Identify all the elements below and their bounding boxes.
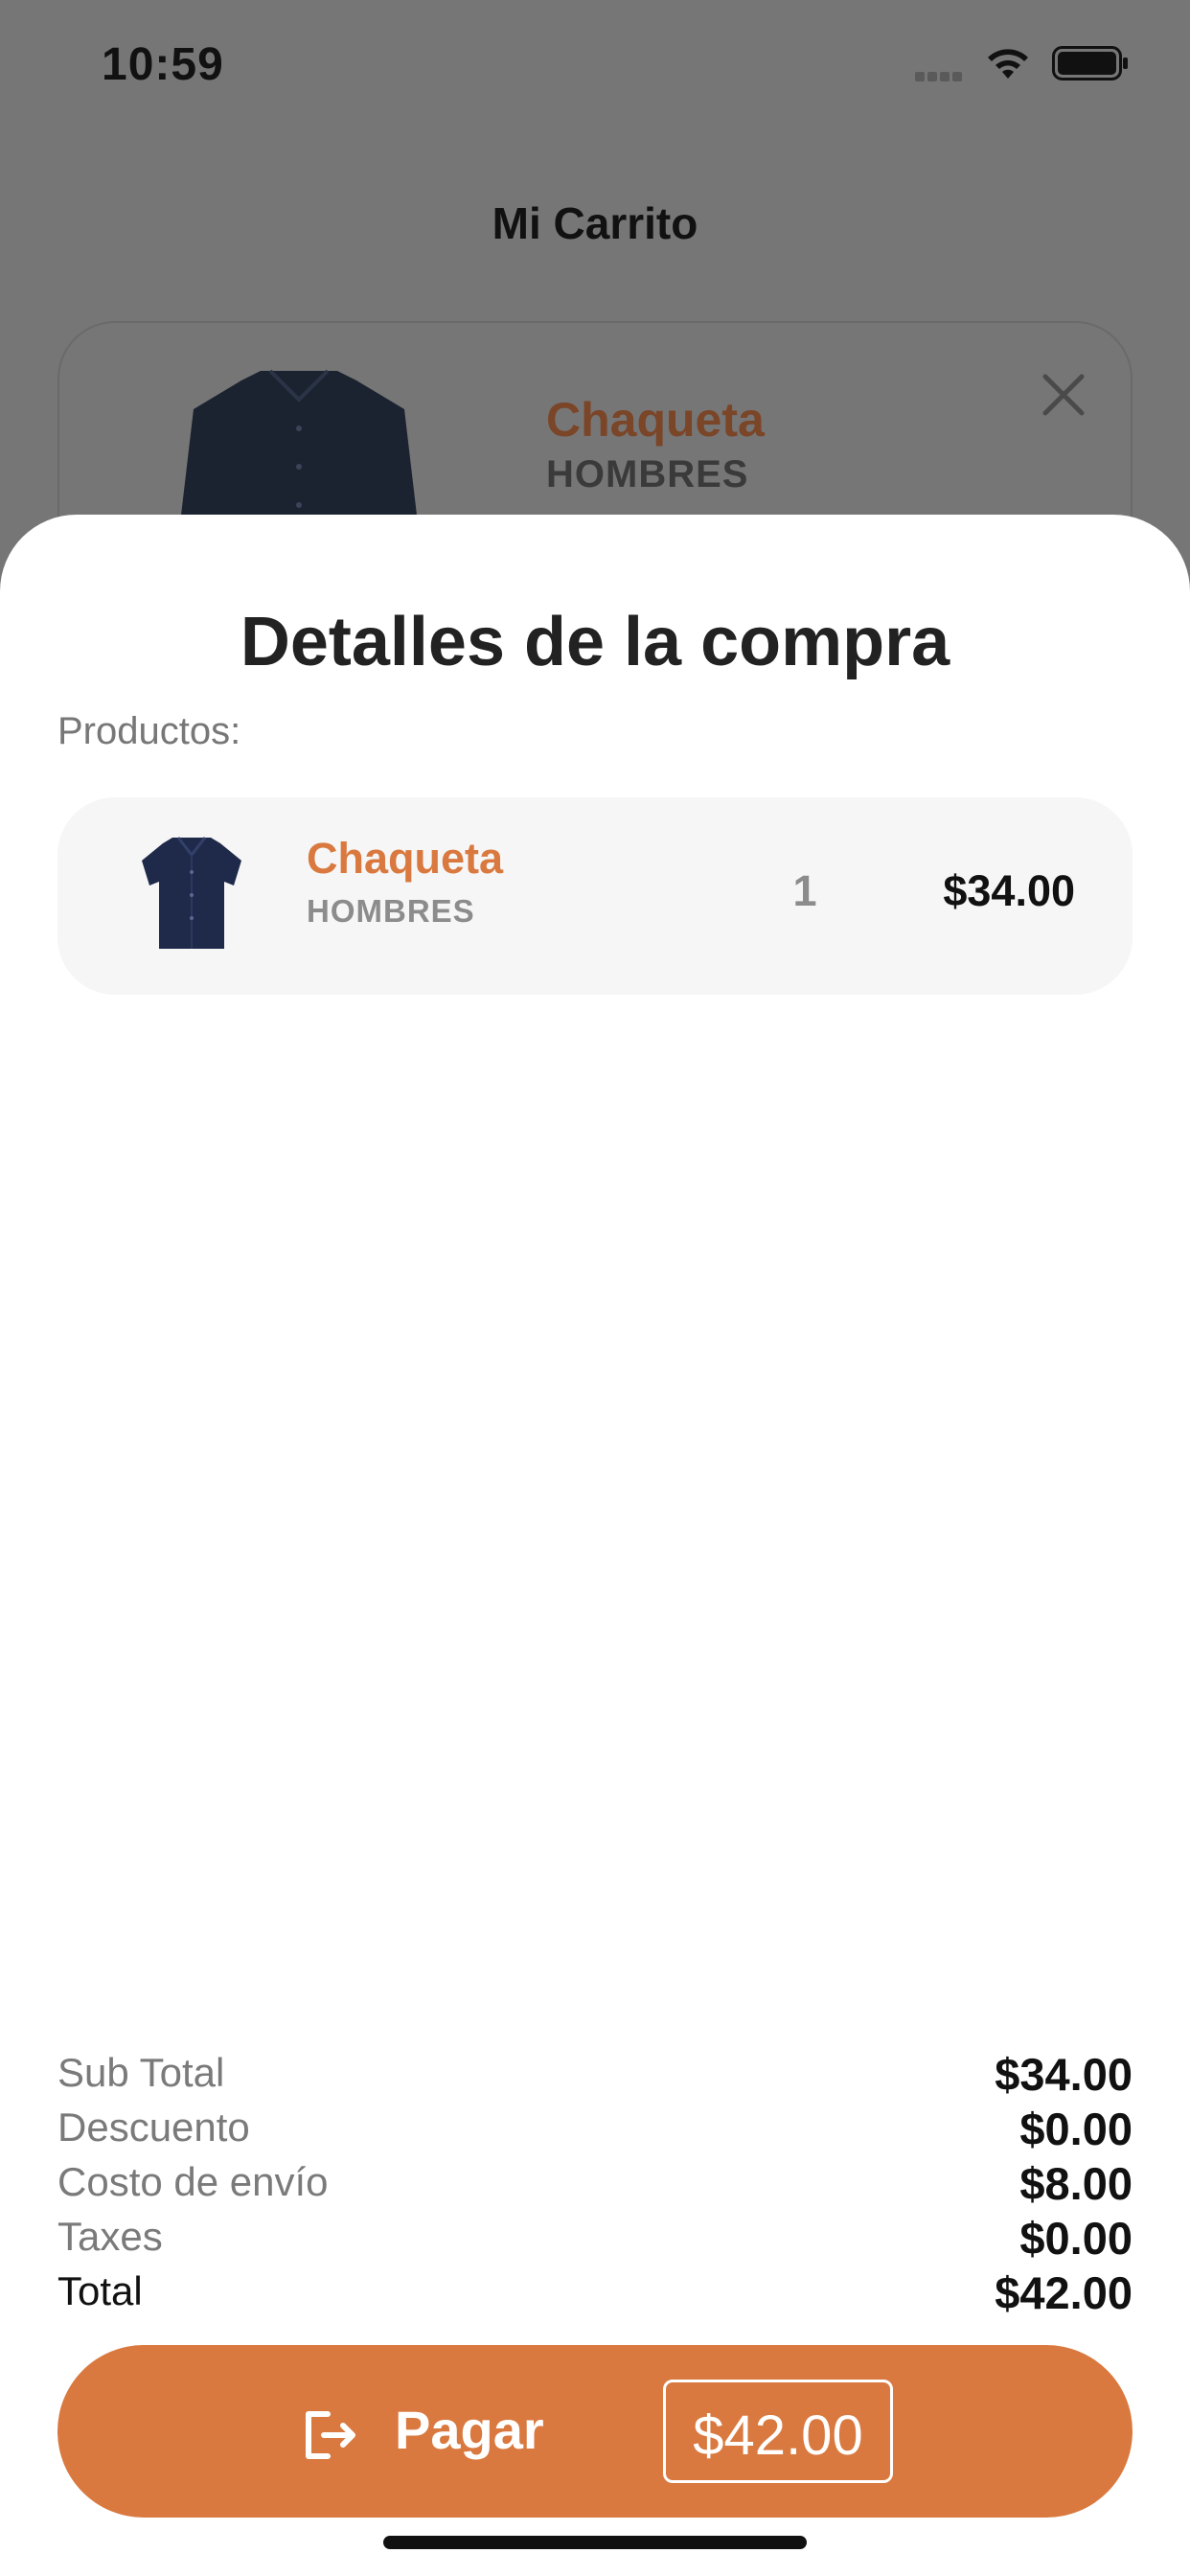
summary-value: $34.00 [995, 2049, 1133, 2100]
logout-arrow-icon [306, 2411, 355, 2459]
summary-value: $0.00 [1019, 2213, 1133, 2264]
product-name: Chaqueta [307, 834, 504, 883]
close-icon[interactable] [1040, 371, 1087, 419]
summary-row-discount: Descuento $0.00 [57, 2101, 1133, 2155]
purchase-details-sheet: Detalles de la compra Productos: Chaquet… [0, 515, 1190, 2576]
summary-label: Sub Total [57, 2050, 225, 2095]
wifi-icon [988, 49, 1028, 79]
cart-item-category: HOMBRES [546, 453, 749, 495]
summary-value: $42.00 [995, 2267, 1133, 2318]
summary-label: Total [57, 2268, 143, 2313]
summary-value: $0.00 [1019, 2104, 1133, 2154]
order-summary: Sub Total $34.00 Descuento $0.00 Costo d… [57, 2046, 1133, 2319]
summary-label: Taxes [57, 2214, 163, 2259]
summary-row-taxes: Taxes $0.00 [57, 2210, 1133, 2265]
cellular-signal-icon [915, 69, 971, 81]
product-row: Chaqueta HOMBRES 1 $34.00 [57, 797, 1133, 995]
products-label: Productos: [57, 710, 241, 752]
sheet-title: Detalles de la compra [240, 604, 950, 680]
battery-icon [1052, 46, 1128, 80]
product-price: $34.00 [943, 866, 1075, 915]
summary-row-shipping: Costo de envío $8.00 [57, 2155, 1133, 2210]
page-title: Mi Carrito [492, 198, 698, 248]
summary-row-total: Total $42.00 [57, 2265, 1133, 2319]
shirt-thumbnail [142, 837, 241, 949]
status-time: 10:59 [102, 39, 224, 90]
product-category: HOMBRES [307, 893, 475, 929]
status-bar: 10:59 [0, 0, 1190, 125]
summary-label: Descuento [57, 2104, 250, 2150]
home-indicator [383, 2536, 807, 2549]
summary-label: Costo de envío [57, 2159, 329, 2204]
product-quantity: 1 [792, 866, 817, 915]
pay-button-label: Pagar [395, 2400, 544, 2460]
cart-item-name: Chaqueta [546, 393, 765, 447]
pay-button[interactable]: Pagar $42.00 [57, 2345, 1133, 2518]
summary-value: $8.00 [1019, 2158, 1133, 2209]
summary-row-subtotal: Sub Total $34.00 [57, 2046, 1133, 2101]
pay-amount: $42.00 [693, 2404, 863, 2467]
pay-amount-box: $42.00 [663, 2380, 893, 2483]
